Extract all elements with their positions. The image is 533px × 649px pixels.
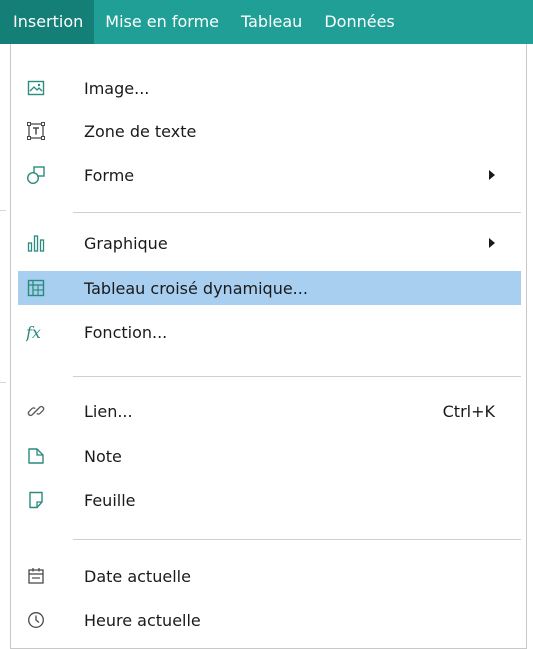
menu-item-function[interactable]: fx Fonction...: [18, 315, 521, 349]
menu-mise-en-forme[interactable]: Mise en forme: [94, 0, 230, 44]
menu-item-label: Feuille: [84, 490, 136, 510]
menu-separator: [73, 376, 521, 377]
insertion-dropdown-menu: Image... Zone de texte Forme Graphique T…: [10, 44, 527, 649]
sheet-icon: [29, 491, 43, 509]
menu-item-shape[interactable]: Forme: [18, 158, 521, 192]
text-box-icon: [27, 122, 45, 140]
menu-item-label: Fonction...: [84, 322, 168, 342]
menu-item-label: Note: [84, 446, 122, 466]
menu-tableau[interactable]: Tableau: [230, 0, 313, 44]
menu-insertion[interactable]: Insertion: [0, 0, 95, 44]
menu-item-sheet[interactable]: Feuille: [18, 483, 521, 517]
shortcut-label: Ctrl+K: [442, 401, 495, 421]
menu-item-text-box[interactable]: Zone de texte: [18, 114, 521, 148]
menu-item-label: Image...: [84, 78, 150, 98]
menu-item-image[interactable]: Image...: [18, 71, 521, 105]
calendar-icon: [28, 568, 44, 584]
note-icon: [28, 448, 44, 464]
shape-icon: [26, 166, 45, 185]
link-icon: [27, 405, 45, 417]
menu-item-current-date[interactable]: Date actuelle: [18, 559, 521, 593]
menu-item-label: Heure actuelle: [84, 610, 201, 630]
menu-bar: Insertion Mise en forme Tableau Données: [0, 0, 533, 44]
function-icon: fx: [26, 323, 41, 342]
menu-item-note[interactable]: Note: [18, 439, 521, 473]
menu-item-label: Forme: [84, 165, 135, 185]
image-icon: [27, 80, 45, 96]
submenu-arrow-icon: [489, 238, 495, 248]
svg-text:fx: fx: [26, 323, 41, 342]
menu-item-label: Lien...: [84, 401, 133, 421]
app-window: Insertion Mise en forme Tableau Données …: [0, 0, 533, 649]
menu-donnees[interactable]: Données: [313, 0, 405, 44]
menu-item-pivot-table[interactable]: Tableau croisé dynamique...: [18, 271, 521, 305]
clock-icon: [28, 612, 44, 628]
menu-separator: [73, 539, 521, 540]
menu-item-label: Zone de texte: [84, 121, 197, 141]
menu-item-current-time[interactable]: Heure actuelle: [18, 603, 521, 637]
menu-separator: [73, 212, 521, 213]
menu-item-label: Graphique: [84, 233, 168, 253]
menu-item-link[interactable]: Lien... Ctrl+K: [18, 394, 521, 428]
pivot-table-icon: [27, 279, 45, 297]
menu-item-label: Tableau croisé dynamique...: [84, 278, 308, 298]
background-divider: [0, 382, 6, 383]
background-divider: [0, 210, 6, 211]
submenu-arrow-icon: [489, 170, 495, 180]
chart-icon: [27, 235, 45, 252]
menu-item-label: Date actuelle: [84, 566, 191, 586]
menu-item-chart[interactable]: Graphique: [18, 226, 521, 260]
